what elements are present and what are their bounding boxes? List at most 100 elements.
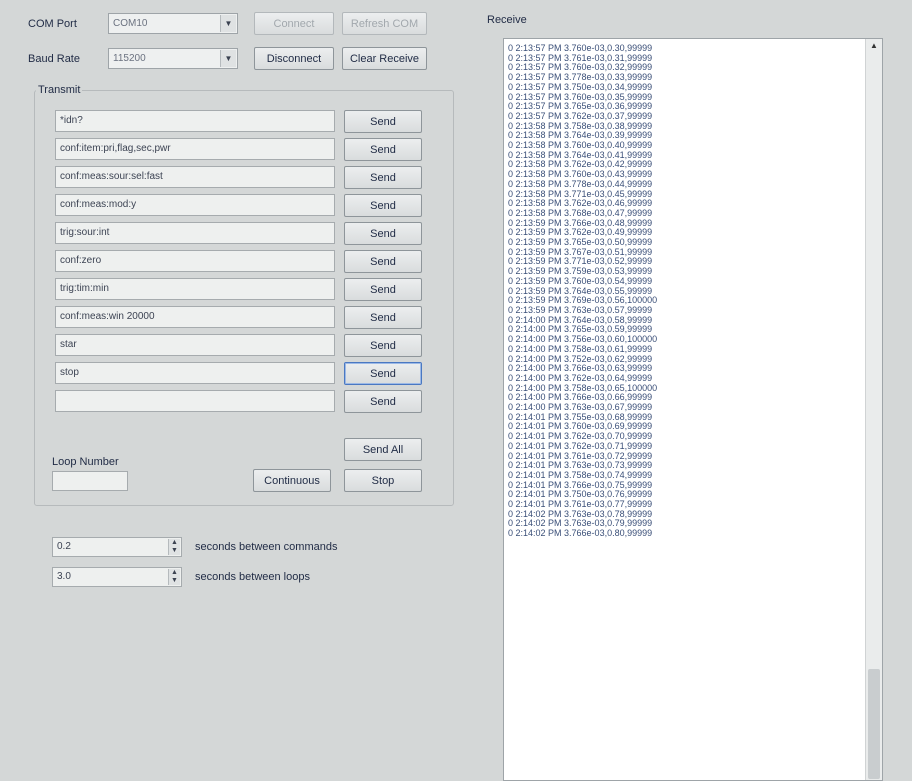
transmit-row: Send bbox=[55, 390, 425, 413]
receive-line: 0 2:13:58 PM 3.760e-03,0.40,99999 bbox=[508, 141, 653, 151]
spin-arrows-icon[interactable]: ▲ ▼ bbox=[168, 539, 180, 555]
receive-line: 0 2:13:58 PM 3.762e-03,0.46,99999 bbox=[508, 199, 653, 209]
receive-line: 0 2:14:00 PM 3.763e-03,0.67,99999 bbox=[508, 403, 653, 413]
receive-line: 0 2:13:58 PM 3.771e-03,0.45,99999 bbox=[508, 189, 653, 199]
send-button[interactable]: Send bbox=[344, 138, 422, 161]
command-input[interactable]: trig:tim:min bbox=[55, 278, 335, 300]
command-input[interactable]: conf:item:pri,flag,sec,pwr bbox=[55, 138, 335, 160]
refresh-com-button[interactable]: Refresh COM bbox=[342, 12, 427, 35]
receive-line: 0 2:13:59 PM 3.762e-03,0.49,99999 bbox=[508, 228, 653, 238]
transmit-row: conf:meas:sour:sel:fast Send bbox=[55, 166, 425, 189]
transmit-row: trig:tim:min Send bbox=[55, 278, 425, 301]
transmit-row: conf:meas:win 20000 Send bbox=[55, 306, 425, 329]
between-loops-spinner[interactable]: 3.0 ▲ ▼ bbox=[52, 567, 182, 587]
com-port-label: COM Port bbox=[28, 18, 77, 30]
receive-line: 0 2:14:01 PM 3.762e-03,0.71,99999 bbox=[508, 441, 653, 451]
receive-line: 0 2:14:00 PM 3.756e-03,0.60,100000 bbox=[508, 335, 658, 345]
send-button[interactable]: Send bbox=[344, 250, 422, 273]
receive-line: 0 2:14:01 PM 3.761e-03,0.72,99999 bbox=[508, 451, 653, 461]
receive-line: 0 2:13:58 PM 3.762e-03,0.42,99999 bbox=[508, 160, 653, 170]
receive-line: 0 2:14:01 PM 3.762e-03,0.70,99999 bbox=[508, 432, 653, 442]
command-input[interactable]: conf:meas:mod:y bbox=[55, 194, 335, 216]
receive-line: 0 2:14:00 PM 3.766e-03,0.63,99999 bbox=[508, 364, 653, 374]
between-commands-label: seconds between commands bbox=[195, 541, 338, 553]
receive-line: 0 2:13:57 PM 3.750e-03,0.34,99999 bbox=[508, 82, 653, 92]
transmit-row: star Send bbox=[55, 334, 425, 357]
command-input[interactable]: trig:sour:int bbox=[55, 222, 335, 244]
com-port-select[interactable]: COM10 ▼ bbox=[108, 13, 238, 34]
receive-line: 0 2:14:01 PM 3.755e-03,0.68,99999 bbox=[508, 412, 653, 422]
receive-line: 0 2:14:00 PM 3.764e-03,0.58,99999 bbox=[508, 315, 653, 325]
transmit-row: trig:sour:int Send bbox=[55, 222, 425, 245]
command-input[interactable] bbox=[55, 390, 335, 412]
scrollbar-thumb[interactable] bbox=[868, 669, 880, 779]
command-input[interactable]: stop bbox=[55, 362, 335, 384]
receive-line: 0 2:13:59 PM 3.765e-03,0.50,99999 bbox=[508, 238, 653, 248]
receive-line: 0 2:13:57 PM 3.778e-03,0.33,99999 bbox=[508, 73, 653, 83]
receive-line: 0 2:13:57 PM 3.762e-03,0.37,99999 bbox=[508, 111, 653, 121]
baud-rate-select[interactable]: 115200 ▼ bbox=[108, 48, 238, 69]
connect-button[interactable]: Connect bbox=[254, 12, 334, 35]
send-button[interactable]: Send bbox=[344, 222, 422, 245]
receive-textbox[interactable]: 0 2:13:57 PM 3.760e-03,0.30,99999 0 2:13:… bbox=[503, 38, 883, 781]
receive-line: 0 2:13:59 PM 3.769e-03,0.56,100000 bbox=[508, 296, 658, 306]
receive-line: 0 2:14:01 PM 3.766e-03,0.75,99999 bbox=[508, 480, 653, 490]
receive-line: 0 2:14:01 PM 3.758e-03,0.74,99999 bbox=[508, 470, 653, 480]
command-input[interactable]: conf:zero bbox=[55, 250, 335, 272]
command-input[interactable]: conf:meas:win 20000 bbox=[55, 306, 335, 328]
spin-arrows-icon[interactable]: ▲ ▼ bbox=[168, 569, 180, 585]
command-input[interactable]: *idn? bbox=[55, 110, 335, 132]
receive-line: 0 2:14:02 PM 3.763e-03,0.78,99999 bbox=[508, 509, 653, 519]
com-port-value: COM10 bbox=[113, 18, 148, 29]
send-button[interactable]: Send bbox=[344, 194, 422, 217]
receive-line: 0 2:14:00 PM 3.758e-03,0.65,100000 bbox=[508, 383, 658, 393]
between-commands-spinner[interactable]: 0.2 ▲ ▼ bbox=[52, 537, 182, 557]
command-input[interactable]: star bbox=[55, 334, 335, 356]
transmit-row: conf:item:pri,flag,sec,pwr Send bbox=[55, 138, 425, 161]
send-button[interactable]: Send bbox=[344, 278, 422, 301]
receive-line: 0 2:14:01 PM 3.760e-03,0.69,99999 bbox=[508, 422, 653, 432]
between-commands-value: 0.2 bbox=[57, 541, 71, 552]
receive-line: 0 2:13:57 PM 3.765e-03,0.36,99999 bbox=[508, 102, 653, 112]
loop-number-input[interactable] bbox=[52, 471, 128, 491]
receive-line: 0 2:14:00 PM 3.752e-03,0.62,99999 bbox=[508, 354, 653, 364]
receive-line: 0 2:13:59 PM 3.759e-03,0.53,99999 bbox=[508, 267, 653, 277]
receive-line: 0 2:14:01 PM 3.750e-03,0.76,99999 bbox=[508, 490, 653, 500]
receive-line: 0 2:13:58 PM 3.768e-03,0.47,99999 bbox=[508, 208, 653, 218]
transmit-title: Transmit bbox=[36, 84, 83, 96]
continuous-button[interactable]: Continuous bbox=[253, 469, 331, 492]
send-button[interactable]: Send bbox=[344, 390, 422, 413]
receive-line: 0 2:13:59 PM 3.764e-03,0.55,99999 bbox=[508, 286, 653, 296]
send-button[interactable]: Send bbox=[344, 362, 422, 385]
receive-line: 0 2:13:59 PM 3.771e-03,0.52,99999 bbox=[508, 257, 653, 267]
send-all-button[interactable]: Send All bbox=[344, 438, 422, 461]
chevron-up-icon[interactable]: ▲ bbox=[866, 41, 882, 50]
receive-line: 0 2:13:58 PM 3.760e-03,0.43,99999 bbox=[508, 170, 653, 180]
clear-receive-button[interactable]: Clear Receive bbox=[342, 47, 427, 70]
stop-button[interactable]: Stop bbox=[344, 469, 422, 492]
receive-line: 0 2:14:02 PM 3.763e-03,0.79,99999 bbox=[508, 519, 653, 529]
chevron-down-icon[interactable]: ▼ bbox=[220, 50, 236, 67]
baud-rate-value: 115200 bbox=[113, 53, 146, 64]
receive-line: 0 2:13:58 PM 3.758e-03,0.38,99999 bbox=[508, 121, 653, 131]
receive-line: 0 2:13:58 PM 3.764e-03,0.39,99999 bbox=[508, 131, 653, 141]
loop-number-label: Loop Number bbox=[52, 456, 119, 468]
receive-line: 0 2:13:57 PM 3.761e-03,0.31,99999 bbox=[508, 53, 653, 63]
chevron-down-icon[interactable]: ▼ bbox=[220, 15, 236, 32]
receive-title: Receive bbox=[487, 14, 527, 26]
send-button[interactable]: Send bbox=[344, 110, 422, 133]
receive-line: 0 2:14:02 PM 3.766e-03,0.80,99999 bbox=[508, 529, 653, 539]
receive-line: 0 2:13:57 PM 3.760e-03,0.32,99999 bbox=[508, 63, 653, 73]
send-button[interactable]: Send bbox=[344, 166, 422, 189]
send-button[interactable]: Send bbox=[344, 334, 422, 357]
disconnect-button[interactable]: Disconnect bbox=[254, 47, 334, 70]
baud-rate-label: Baud Rate bbox=[28, 53, 80, 65]
receive-line: 0 2:14:01 PM 3.761e-03,0.77,99999 bbox=[508, 500, 653, 510]
send-button[interactable]: Send bbox=[344, 306, 422, 329]
receive-line: 0 2:14:01 PM 3.763e-03,0.73,99999 bbox=[508, 461, 653, 471]
receive-line: 0 2:13:59 PM 3.766e-03,0.48,99999 bbox=[508, 218, 653, 228]
command-input[interactable]: conf:meas:sour:sel:fast bbox=[55, 166, 335, 188]
receive-line: 0 2:14:00 PM 3.758e-03,0.61,99999 bbox=[508, 344, 653, 354]
between-loops-label: seconds between loops bbox=[195, 571, 310, 583]
vertical-scrollbar[interactable]: ▲ bbox=[865, 39, 882, 780]
